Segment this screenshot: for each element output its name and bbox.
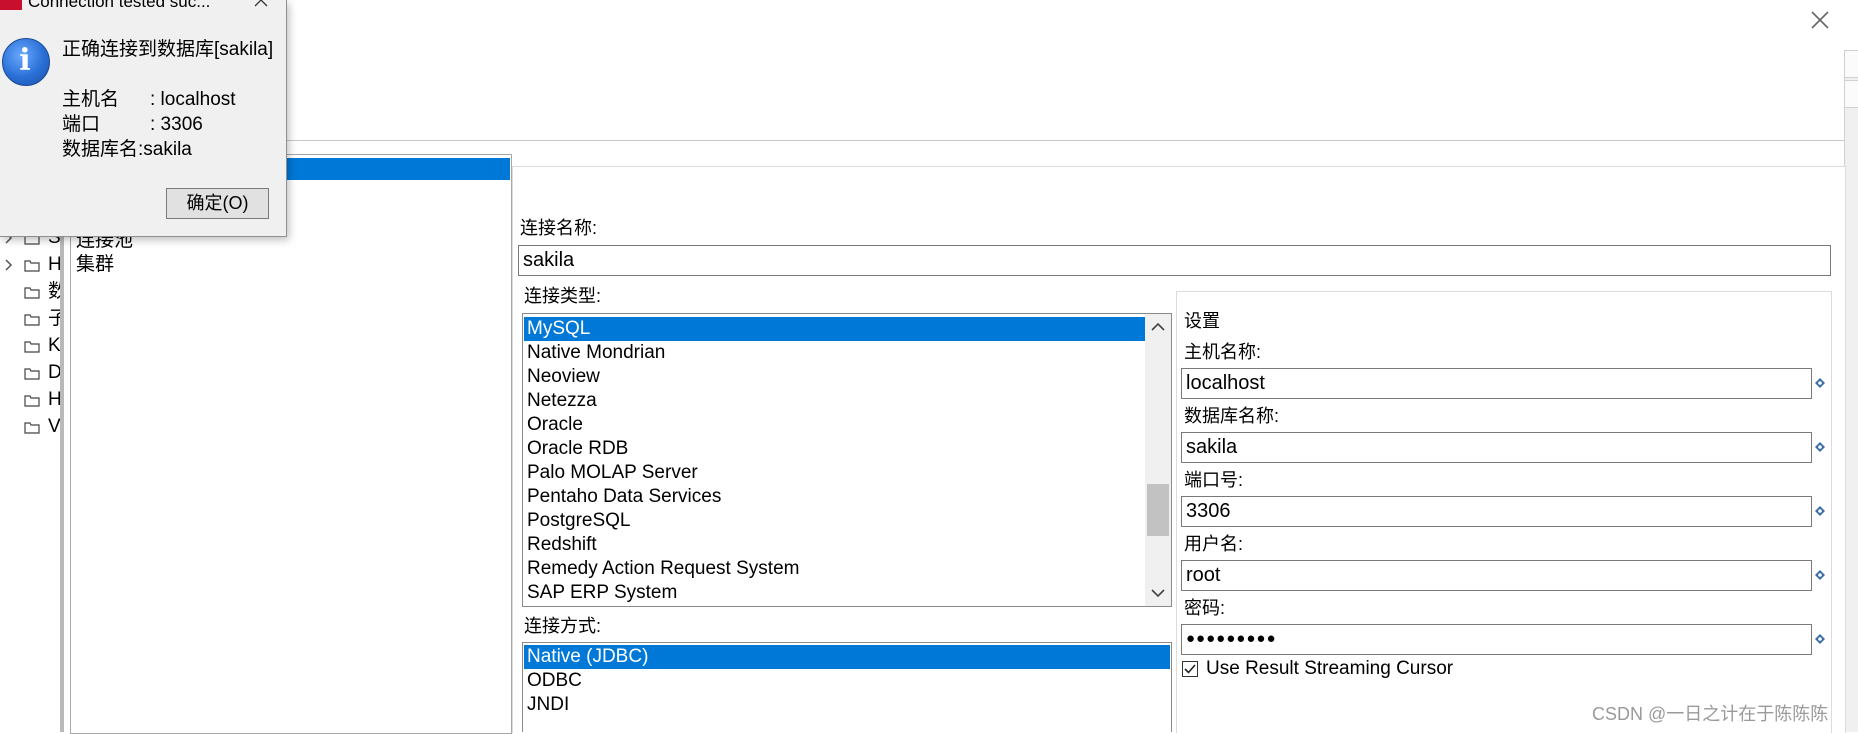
variable-icon[interactable] (1815, 634, 1825, 644)
variable-icon[interactable] (1815, 506, 1825, 516)
connection-test-dialog: Connection tested suc... i 正确连接到数据库[saki… (0, 0, 287, 237)
folder-icon (24, 368, 40, 380)
folder-icon (24, 395, 40, 407)
list-item[interactable]: ODBC (527, 669, 582, 693)
username-input[interactable]: root (1181, 560, 1812, 591)
folder-icon (24, 422, 40, 434)
folder-icon (24, 341, 40, 353)
chevron-right-icon[interactable] (4, 259, 14, 271)
folder-icon (24, 314, 40, 326)
port-input[interactable]: 3306 (1181, 496, 1812, 527)
window-close-icon[interactable] (1806, 6, 1834, 34)
host-label: 主机名称: (1184, 342, 1262, 362)
connection-name-label: 连接名称: (520, 218, 598, 238)
variable-icon[interactable] (1815, 378, 1825, 388)
list-item[interactable]: PostgreSQL (527, 509, 631, 533)
dialog-title: Connection tested suc... (28, 0, 211, 11)
dialog-database-line: 数据库名:sakila (62, 139, 192, 160)
list-item[interactable]: Oracle RDB (527, 437, 628, 461)
streaming-label: Use Result Streaming Cursor (1206, 658, 1454, 679)
dialog-port-value: : 3306 (150, 114, 203, 135)
database-input[interactable]: sakila (1181, 432, 1812, 463)
variable-icon[interactable] (1815, 570, 1825, 580)
list-item[interactable]: Redshift (527, 533, 597, 557)
dialog-message: 正确连接到数据库[sakila] (62, 39, 274, 60)
info-glyph: i (19, 43, 31, 78)
category-item-cluster[interactable]: 集群 (76, 253, 114, 277)
ok-button[interactable]: 确定(O) (166, 188, 269, 219)
list-item[interactable]: JNDI (527, 693, 569, 717)
list-item[interactable]: Native (JDBC) (524, 645, 1170, 669)
connection-name-input[interactable]: sakila (518, 245, 1831, 276)
list-item[interactable]: Oracle (527, 413, 583, 437)
watermark: CSDN @一日之计在于陈陈陈 (1592, 704, 1829, 724)
scroll-thumb[interactable] (1147, 484, 1169, 536)
access-method-label: 连接方式: (524, 616, 602, 636)
password-input[interactable]: ●●●●●●●●● (1181, 624, 1812, 655)
list-item[interactable]: MySQL (524, 317, 1146, 341)
checkmark-icon (1184, 664, 1196, 674)
list-item[interactable]: SAP ERP System (527, 581, 677, 605)
dialog-close-icon[interactable] (250, 0, 272, 10)
host-input[interactable]: localhost (1181, 368, 1812, 399)
database-label: 数据库名称: (1184, 406, 1280, 426)
username-label: 用户名: (1184, 534, 1244, 554)
folder-icon (24, 260, 40, 272)
list-item[interactable]: Palo MOLAP Server (527, 461, 698, 485)
chevron-down-icon[interactable] (1151, 588, 1165, 598)
dialog-port-label: 端口 (62, 114, 101, 135)
list-item[interactable]: Pentaho Data Services (527, 485, 721, 509)
dialog-host-value: : localhost (150, 89, 236, 110)
list-item[interactable]: Neoview (527, 365, 600, 389)
list-item[interactable]: Netezza (527, 389, 597, 413)
folder-icon (24, 287, 40, 299)
settings-title: 设置 (1184, 311, 1220, 331)
access-method-list[interactable]: Native (JDBC) ODBC JNDI (522, 642, 1172, 732)
category-list (70, 154, 512, 734)
dialog-host-label: 主机名 (62, 89, 120, 110)
variable-icon[interactable] (1815, 442, 1825, 452)
connection-type-label: 连接类型: (524, 286, 602, 306)
password-label: 密码: (1184, 598, 1226, 618)
list-item[interactable]: Native Mondrian (527, 341, 665, 365)
port-label: 端口号: (1184, 470, 1244, 490)
chevron-up-icon[interactable] (1151, 322, 1165, 332)
list-item[interactable]: Remedy Action Request System (527, 557, 799, 581)
window-scrollbar[interactable] (1844, 50, 1858, 732)
streaming-checkbox[interactable] (1182, 661, 1198, 677)
app-icon (0, 0, 22, 10)
connection-type-list[interactable]: MySQL Native Mondrian Neoview Netezza Or… (522, 313, 1172, 607)
list-scrollbar[interactable] (1145, 314, 1171, 606)
